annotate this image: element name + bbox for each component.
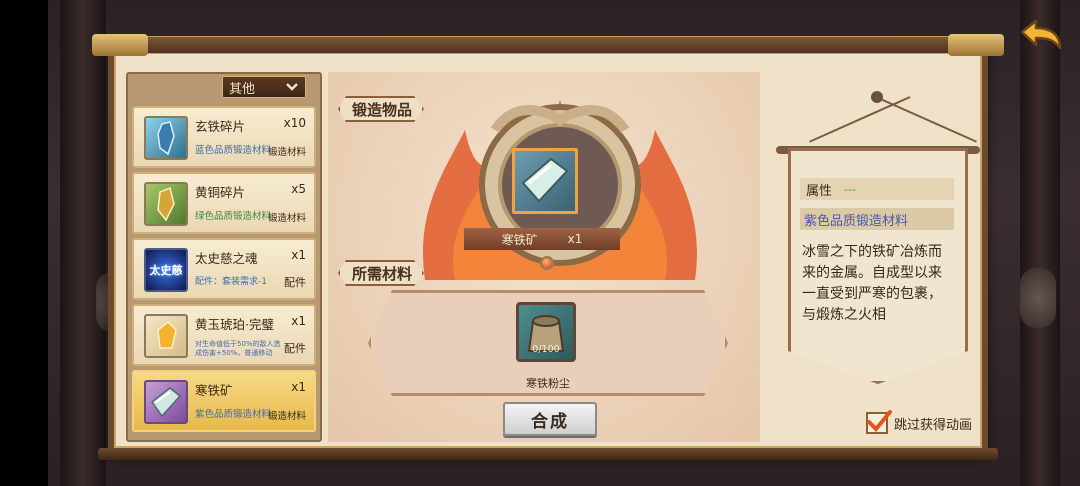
chevron-down-icon	[286, 83, 298, 91]
item-qty: x1	[291, 380, 306, 394]
lantern-decoration	[1020, 268, 1056, 328]
back-button[interactable]	[1014, 16, 1068, 56]
list-item-selected[interactable]: 寒铁矿 x1 紫色品质锻造材料 锻造材料	[132, 370, 316, 432]
attribute-row: 属性 ---	[800, 178, 954, 200]
back-arrow-icon	[1020, 19, 1062, 50]
frame-bottom-bar	[98, 448, 998, 460]
attribute-label: 属性	[806, 183, 833, 199]
compose-button[interactable]: 合成	[503, 402, 597, 436]
cold-iron-ore-icon	[521, 157, 569, 203]
item-quality: 对生命值低于50%的敌人造成伤害+50%，普通移动	[195, 340, 281, 357]
item-quality: 紫色品质锻造材料	[195, 409, 272, 420]
item-kind: 锻造材料	[267, 147, 306, 158]
item-qty: x10	[283, 116, 306, 130]
blue-crystal-icon	[144, 116, 188, 160]
list-item[interactable]: 太史慈 太史慈之魂 x1 配件：套装需求-1 配件	[132, 238, 316, 300]
item-kind: 锻造材料	[267, 213, 306, 224]
forge-target-label: 寒铁矿 x1	[464, 228, 620, 250]
frame-ornament	[92, 34, 148, 56]
material-name: 寒铁粉尘	[526, 377, 570, 390]
list-item[interactable]: 玄铁碎片 x10 蓝色品质锻造材料 锻造材料	[132, 106, 316, 168]
item-name: 寒铁矿	[195, 383, 233, 398]
item-quality: 配件：套装需求-1	[195, 277, 267, 287]
forge-target-qty: x1	[567, 232, 583, 246]
skip-animation-label: 跳过获得动画	[894, 418, 973, 433]
item-name: 黄铜碎片	[195, 185, 246, 200]
list-item[interactable]: 黄铜碎片 x5 绿色品质锻造材料 锻造材料	[132, 172, 316, 234]
item-kind: 锻造材料	[267, 411, 306, 422]
list-item[interactable]: 黄玉琥珀·完璧 x1 对生命值低于50%的敌人造成伤害+50%，普通移动 配件	[132, 304, 316, 366]
frame-ornament	[948, 34, 1004, 56]
gold-crystal-icon	[144, 182, 188, 226]
forge-item-label: 锻造物品	[352, 100, 413, 119]
amber-gem-icon	[144, 314, 188, 358]
item-kind: 配件	[284, 342, 306, 355]
banner-pin	[871, 91, 883, 103]
item-name: 玄铁碎片	[195, 119, 246, 134]
forge-item-tag: 锻造物品	[338, 96, 424, 122]
background-pillar	[60, 0, 106, 486]
checkmark-icon	[867, 410, 892, 432]
red-gem-ornament	[540, 256, 554, 270]
forge-target-slot[interactable]	[512, 148, 578, 214]
required-materials-tag: 所需材料	[338, 260, 424, 286]
forge-target-name: 寒铁矿	[501, 232, 538, 247]
cold-iron-ore-icon	[144, 380, 188, 424]
background-pillar	[1020, 0, 1060, 486]
category-dropdown[interactable]: 其他	[222, 76, 306, 98]
item-kind: 配件	[284, 276, 306, 289]
attribute-value: ---	[844, 182, 856, 196]
required-materials-label: 所需材料	[352, 264, 413, 283]
item-qty: x1	[291, 314, 306, 328]
dropdown-selected: 其他	[229, 81, 256, 97]
item-quality-detail: 紫色品质锻造材料	[800, 208, 954, 230]
item-quality: 蓝色品质锻造材料	[195, 145, 272, 156]
item-qty: x1	[291, 248, 306, 262]
screen-edge	[0, 0, 48, 486]
soul-icon-text: 太史慈	[149, 264, 183, 277]
soul-icon: 太史慈	[144, 248, 188, 292]
skip-animation-checkbox[interactable]	[866, 410, 892, 434]
material-count: 0/100	[532, 344, 560, 355]
item-quality: 绿色品质锻造材料	[195, 211, 272, 222]
item-description: 冰雪之下的铁矿冶炼而来的金属。自成型以来一直受到严寒的包裹，与煅炼之火相	[802, 244, 942, 323]
item-name: 黄玉琥珀·完璧	[195, 317, 274, 332]
item-qty: x5	[291, 182, 306, 196]
item-name: 太史慈之魂	[195, 251, 258, 266]
frame-top-bar	[92, 36, 1004, 54]
